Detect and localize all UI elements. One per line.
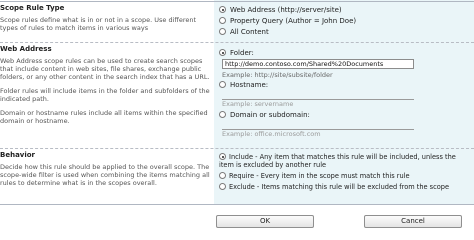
radio-property-query[interactable] bbox=[219, 17, 226, 24]
web-address-description-1: Web Address scope rules can be used to c… bbox=[0, 57, 210, 81]
behavior-option-require[interactable]: Require - Every item in the scope must m… bbox=[219, 172, 469, 180]
folder-input[interactable]: http://demo.contoso.com/Shared%20Documen… bbox=[222, 59, 414, 69]
radio-folder[interactable] bbox=[219, 49, 226, 56]
domain-label: Domain or subdomain: bbox=[230, 111, 310, 119]
radio-web-address[interactable] bbox=[219, 6, 226, 13]
behavior-option-include[interactable]: Include - Any item that matches this rul… bbox=[219, 153, 469, 169]
radio-exclude[interactable] bbox=[219, 183, 226, 190]
rule-type-option-all-content[interactable]: All Content bbox=[219, 28, 269, 37]
behavior-section: Behavior Decide how this rule should be … bbox=[0, 151, 212, 187]
scope-rule-type-title: Scope Rule Type bbox=[0, 4, 65, 12]
rule-type-option-property-query[interactable]: Property Query (Author = John Doe) bbox=[219, 17, 356, 26]
web-address-section: Web Address Web Address scope rules can … bbox=[0, 45, 212, 125]
domain-placeholder: Example: office.microsoft.com bbox=[222, 130, 321, 138]
behavior-require-label: Require - Every item in the scope must m… bbox=[229, 172, 410, 180]
section-divider bbox=[0, 42, 474, 43]
radio-include[interactable] bbox=[219, 153, 226, 160]
radio-all-content[interactable] bbox=[219, 28, 226, 35]
footer-divider bbox=[0, 204, 474, 205]
radio-require[interactable] bbox=[219, 172, 226, 179]
behavior-title: Behavior bbox=[0, 151, 36, 159]
behavior-exclude-label: Exclude - Items matching this rule will … bbox=[229, 183, 449, 191]
scope-rule-type-description: Scope rules define what is in or not in … bbox=[0, 16, 197, 32]
section-divider bbox=[0, 1, 474, 2]
rule-type-all-content-label: All Content bbox=[230, 28, 269, 36]
scope-rule-form: Scope Rule Type Scope rules define what … bbox=[0, 0, 474, 240]
radio-domain[interactable] bbox=[219, 111, 226, 118]
behavior-option-exclude[interactable]: Exclude - Items matching this rule will … bbox=[219, 183, 469, 191]
cancel-button[interactable]: Cancel bbox=[364, 215, 462, 228]
section-divider bbox=[0, 148, 474, 149]
domain-option[interactable]: Domain or subdomain: bbox=[219, 111, 310, 120]
web-address-description-2: Folder rules will include items in the f… bbox=[0, 87, 210, 103]
folder-label: Folder: bbox=[230, 49, 254, 57]
radio-hostname[interactable] bbox=[219, 81, 226, 88]
ok-button[interactable]: OK bbox=[216, 215, 314, 228]
folder-option[interactable]: Folder: bbox=[219, 49, 254, 58]
rule-type-option-web-address[interactable]: Web Address (http://server/site) bbox=[219, 6, 342, 15]
behavior-include-label: Include - Any item that matches this rul… bbox=[219, 153, 456, 169]
rule-type-property-query-label: Property Query (Author = John Doe) bbox=[230, 17, 357, 25]
behavior-description: Decide how this rule should be applied t… bbox=[0, 163, 210, 187]
web-address-description-3: Domain or hostname rules include all ite… bbox=[0, 109, 208, 125]
hostname-placeholder: Example: servername bbox=[222, 100, 294, 108]
hostname-label: Hostname: bbox=[230, 81, 269, 89]
rule-type-web-address-label: Web Address (http://server/site) bbox=[230, 6, 342, 14]
scope-rule-type-section: Scope Rule Type Scope rules define what … bbox=[0, 4, 212, 32]
hostname-option[interactable]: Hostname: bbox=[219, 81, 268, 90]
web-address-title: Web Address bbox=[0, 45, 52, 53]
folder-example: Example: http://site/subsite/folder bbox=[222, 71, 333, 79]
